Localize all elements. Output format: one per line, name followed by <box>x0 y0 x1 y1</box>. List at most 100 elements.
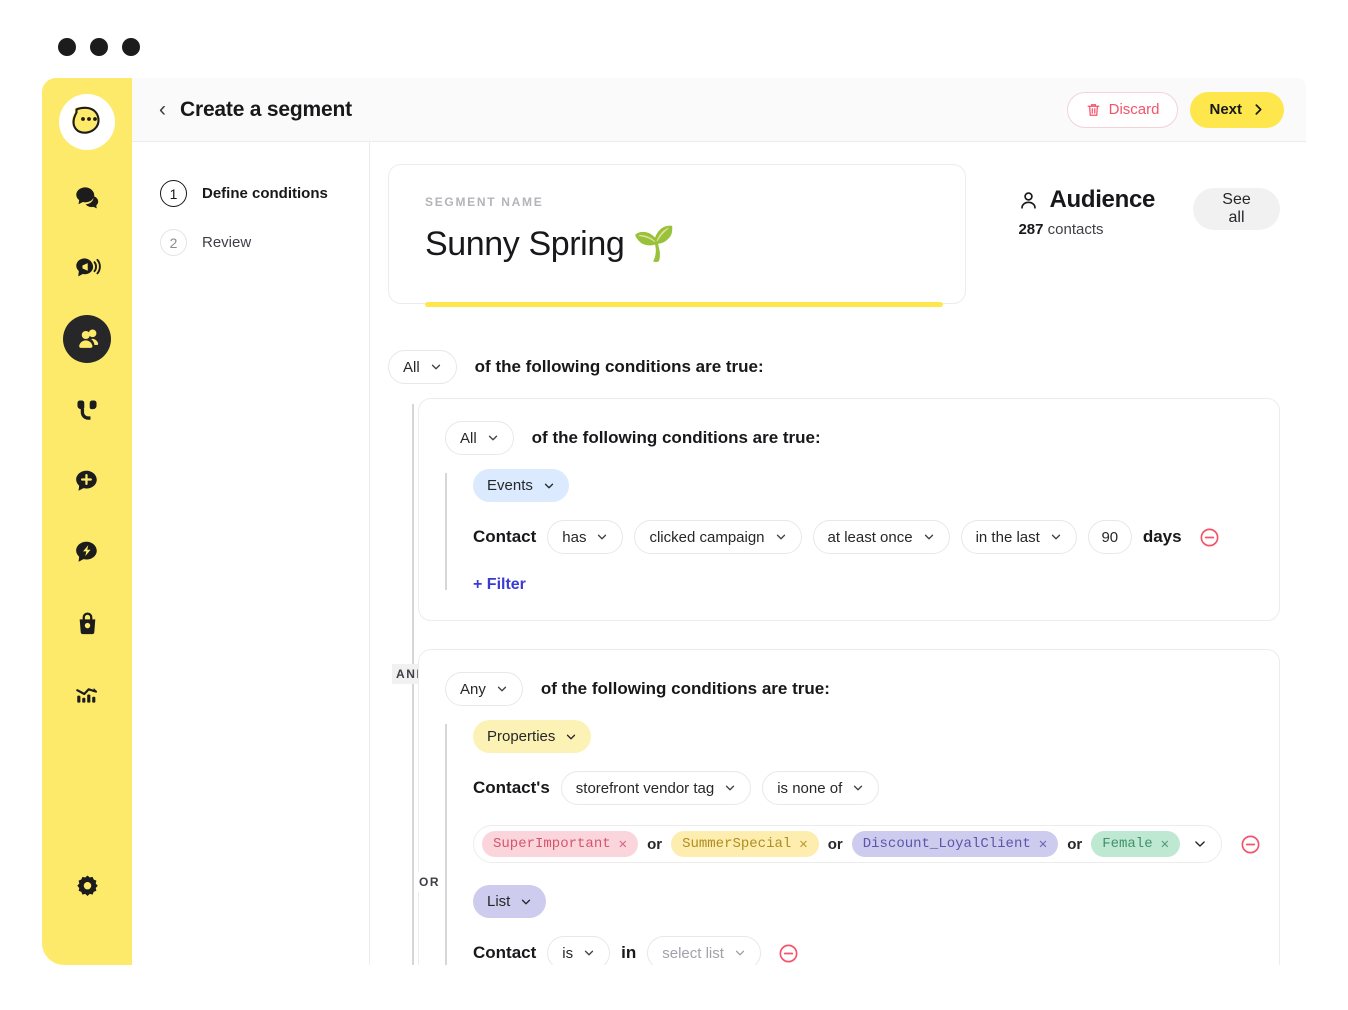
discard-label: Discard <box>1109 101 1160 118</box>
condition-action-select[interactable]: clicked campaign <box>634 520 801 554</box>
app-window: ‹ Create a segment Discard Next <box>0 0 1348 1010</box>
sidebar-item-feedback[interactable] <box>63 386 111 434</box>
window-dot-maximize[interactable] <box>122 38 140 56</box>
tag-chip: Discount_LoyalClient ✕ <box>852 831 1058 857</box>
audience-count-number: 287 <box>1018 221 1043 238</box>
tag-label: Discount_LoyalClient <box>863 836 1031 852</box>
remove-condition-button[interactable] <box>1199 527 1220 548</box>
back-button[interactable]: ‹ <box>159 99 166 120</box>
tag-remove-icon[interactable]: ✕ <box>799 836 807 853</box>
tag-separator: or <box>1067 836 1082 853</box>
window-dot-close[interactable] <box>58 38 76 56</box>
top-bar: ‹ Create a segment Discard Next <box>132 78 1306 142</box>
brand-logo[interactable] <box>59 94 115 150</box>
list-select-placeholder: select list <box>662 945 724 962</box>
tag-remove-icon[interactable]: ✕ <box>1161 836 1169 853</box>
audience-text-wrap: Audience 287 contacts <box>1018 186 1155 238</box>
sidebar <box>42 78 132 965</box>
condition-action-value: clicked campaign <box>649 529 764 546</box>
sidebar-item-automations[interactable] <box>63 528 111 576</box>
root-match-text: of the following conditions are true: <box>475 357 764 377</box>
condition-type-label: List <box>487 893 510 910</box>
tag-chip: SummerSpecial ✕ <box>671 831 819 857</box>
condition-type-label: Properties <box>487 728 555 745</box>
group-match-text: of the following conditions are true: <box>532 428 821 448</box>
see-all-button[interactable]: See all <box>1193 188 1280 230</box>
remove-condition-button[interactable] <box>1240 834 1261 855</box>
remove-condition-button[interactable] <box>778 943 799 964</box>
segment-name-input[interactable]: Sunny Spring 🌱 <box>425 224 929 264</box>
condition-property-value: storefront vendor tag <box>576 780 714 797</box>
tag-chip: Female ✕ <box>1091 831 1180 857</box>
root-match-select[interactable]: All <box>388 350 457 384</box>
tag-remove-icon[interactable]: ✕ <box>1039 836 1047 853</box>
tidio-chat-logo-icon <box>67 102 107 142</box>
megaphone-bubble-icon <box>74 255 101 282</box>
condition-connector-label: in <box>621 943 636 963</box>
sidebar-item-new-chat[interactable] <box>63 457 111 505</box>
segment-name-card[interactable]: SEGMENT NAME Sunny Spring 🌱 <box>388 164 966 304</box>
group-inner-rail <box>445 473 447 590</box>
and-connector-rail <box>412 404 414 965</box>
condition-operator-select[interactable]: is none of <box>762 771 879 805</box>
sidebar-item-analytics[interactable] <box>63 670 111 718</box>
tags-dropdown-toggle[interactable] <box>1193 837 1207 851</box>
condition-amount-input[interactable]: 90 <box>1088 520 1132 554</box>
sidebar-item-campaigns[interactable] <box>63 244 111 292</box>
top-bar-actions: Discard Next <box>1067 92 1284 128</box>
window-controls <box>58 38 140 56</box>
page-title: Create a segment <box>180 98 352 122</box>
step-define-conditions[interactable]: 1 Define conditions <box>160 180 369 207</box>
discard-button[interactable]: Discard <box>1067 92 1179 128</box>
group-match-text: of the following conditions are true: <box>541 679 830 699</box>
condition-frequency-value: at least once <box>828 529 913 546</box>
sidebar-item-contacts[interactable] <box>63 315 111 363</box>
tags-multiselect[interactable]: SuperImportant ✕ or SummerSpecial ✕ or <box>473 825 1222 863</box>
audience-count-suffix: contacts <box>1043 221 1103 238</box>
condition-verb-select[interactable]: has <box>547 520 623 554</box>
condition-verb-select[interactable]: is <box>547 936 610 965</box>
tag-separator: or <box>647 836 662 853</box>
step-number: 2 <box>160 229 187 256</box>
next-button[interactable]: Next <box>1190 92 1284 128</box>
main-panel: ‹ Create a segment Discard Next <box>132 78 1306 965</box>
list-select[interactable]: select list <box>647 936 761 965</box>
condition-type-chip-properties[interactable]: Properties <box>473 720 591 753</box>
group-match-row: All of the following conditions are true… <box>445 421 1253 455</box>
condition-type-chip-events[interactable]: Events <box>473 469 569 502</box>
sidebar-item-store[interactable] <box>63 599 111 647</box>
step-review[interactable]: 2 Review <box>160 229 369 256</box>
audience-count: 287 contacts <box>1018 221 1155 238</box>
sidebar-item-settings[interactable] <box>63 862 111 910</box>
condition-type-chip-list[interactable]: List <box>473 885 546 918</box>
condition-subject: Contact's <box>473 778 550 798</box>
group-match-select[interactable]: All <box>445 421 514 455</box>
chevron-down-icon <box>734 947 746 959</box>
condition-type-label: Events <box>487 477 533 494</box>
or-label: OR <box>417 872 442 892</box>
condition-timeframe-select[interactable]: in the last <box>961 520 1077 554</box>
sidebar-item-chat[interactable] <box>63 173 111 221</box>
add-filter-button[interactable]: + Filter <box>473 576 526 594</box>
condition-row-events: Contact has clicked campaign <box>473 520 1253 554</box>
tags-row: SuperImportant ✕ or SummerSpecial ✕ or <box>473 825 1253 863</box>
chevron-down-icon <box>724 782 736 794</box>
condition-property-select[interactable]: storefront vendor tag <box>561 771 751 805</box>
segment-header: SEGMENT NAME Sunny Spring 🌱 Audienc <box>388 164 1280 304</box>
group-match-value: Any <box>460 681 486 698</box>
step-label: Define conditions <box>202 185 328 202</box>
chevron-down-icon <box>496 683 508 695</box>
step-label: Review <box>202 234 251 251</box>
window-dot-minimize[interactable] <box>90 38 108 56</box>
condition-group-properties: Any of the following conditions are true… <box>418 649 1280 965</box>
group-match-select[interactable]: Any <box>445 672 523 706</box>
chevron-down-icon <box>487 432 499 444</box>
tag-remove-icon[interactable]: ✕ <box>619 836 627 853</box>
condition-subject: Contact <box>473 527 536 547</box>
chevron-down-icon <box>565 731 577 743</box>
root-match-row: All of the following conditions are true… <box>388 350 1280 384</box>
chevron-down-icon <box>1050 531 1062 543</box>
condition-frequency-select[interactable]: at least once <box>813 520 950 554</box>
condition-operator-value: is none of <box>777 780 842 797</box>
audience-title: Audience <box>1049 186 1155 214</box>
